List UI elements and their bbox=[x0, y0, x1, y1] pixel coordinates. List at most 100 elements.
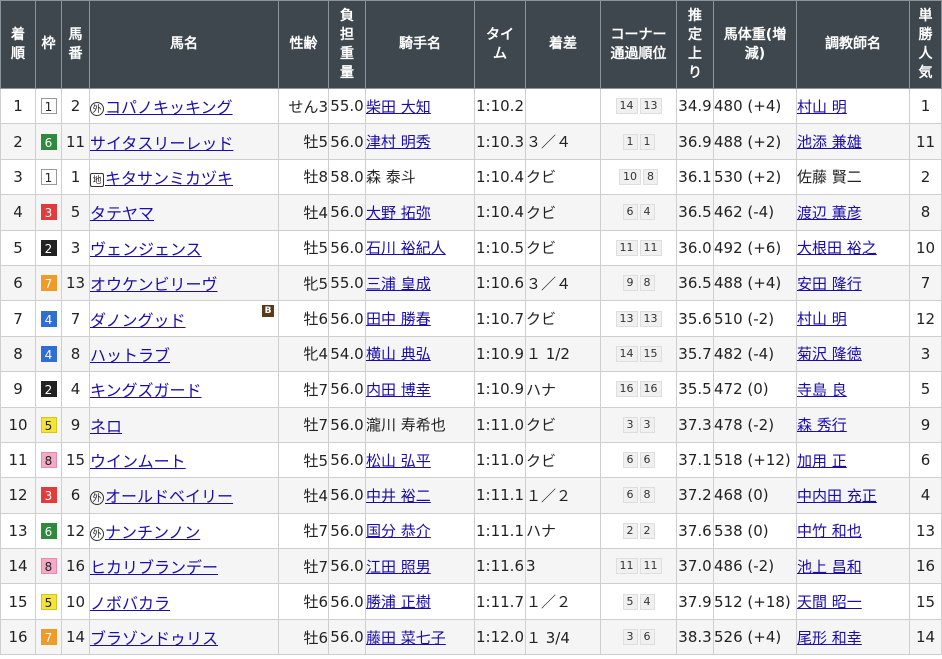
jockey-link[interactable]: 三浦 皇成 bbox=[367, 275, 431, 293]
jockey-link[interactable]: 江田 照男 bbox=[367, 558, 431, 576]
margin-cell: ハナ bbox=[525, 371, 601, 408]
waku-badge: 8 bbox=[40, 452, 57, 469]
popularity-cell: 4 bbox=[909, 477, 942, 514]
jockey-link[interactable]: 石川 裕紀人 bbox=[367, 239, 446, 257]
rank-cell: 11 bbox=[0, 441, 36, 479]
jockey-link[interactable]: 藤田 菜七子 bbox=[367, 629, 446, 647]
jockey-link[interactable]: 国分 恭介 bbox=[367, 522, 431, 540]
umaban-cell: 6 bbox=[61, 477, 90, 514]
trainer-cell: 池添 兼雄 bbox=[796, 123, 910, 160]
waku-cell: 3 bbox=[35, 477, 62, 514]
sex-age-cell: 牡5 bbox=[278, 229, 329, 266]
trainer-link[interactable]: 菊沢 隆徳 bbox=[798, 345, 862, 363]
horse-link[interactable]: タテヤマ bbox=[91, 204, 155, 223]
horse-link[interactable]: ノボバカラ bbox=[91, 594, 171, 613]
waku-cell: 7 bbox=[35, 264, 62, 302]
horse-link[interactable]: ブラゾンドゥリス bbox=[91, 629, 219, 648]
trainer-link[interactable]: 中内田 充正 bbox=[798, 487, 877, 505]
trainer-link[interactable]: 渡辺 薫彦 bbox=[798, 204, 862, 222]
jockey-link[interactable]: 大野 拓弥 bbox=[367, 204, 431, 222]
time-cell: 1:10.9 bbox=[474, 371, 526, 408]
corner-cell: 98 bbox=[600, 264, 677, 302]
header-weight-carried: 負担重量 bbox=[328, 0, 366, 89]
margin-cell bbox=[525, 87, 601, 125]
sex-age-cell: 牡7 bbox=[278, 548, 329, 585]
waku-badge: 4 bbox=[40, 345, 57, 362]
trainer-link[interactable]: 村山 明 bbox=[798, 98, 847, 116]
waku-cell: 2 bbox=[35, 371, 62, 408]
sex-age-cell: せん3 bbox=[278, 87, 329, 125]
jockey-link[interactable]: 津村 明秀 bbox=[367, 133, 431, 151]
popularity-cell: 10 bbox=[909, 229, 942, 266]
rank-cell: 7 bbox=[0, 300, 36, 337]
trainer-link[interactable]: 寺島 良 bbox=[798, 381, 847, 399]
last3f-cell: 37.0 bbox=[676, 548, 714, 585]
trainer-link[interactable]: 森 秀行 bbox=[798, 416, 847, 434]
horse-cell: ブラゾンドゥリス bbox=[89, 618, 279, 656]
horse-link[interactable]: キタサンミカヅキ bbox=[105, 169, 233, 188]
weight-carried-cell: 56.0 bbox=[328, 406, 366, 443]
jockey-cell: 津村 明秀 bbox=[365, 123, 475, 160]
jockey-link[interactable]: 松山 弘平 bbox=[367, 452, 431, 470]
rank-cell: 6 bbox=[0, 264, 36, 302]
jockey-link[interactable]: 勝浦 正樹 bbox=[367, 593, 431, 611]
horse-link[interactable]: ハットラブ bbox=[91, 346, 171, 365]
trainer-link[interactable]: 中竹 和也 bbox=[798, 522, 862, 540]
trainer-link[interactable]: 池添 兼雄 bbox=[798, 133, 862, 151]
horse-link[interactable]: サイタスリーレッド bbox=[91, 134, 234, 153]
trainer-link[interactable]: 尾形 和幸 bbox=[798, 629, 862, 647]
last3f-cell: 37.6 bbox=[676, 512, 714, 550]
horse-cell: ハットラブ bbox=[89, 335, 279, 373]
race-results-table: 着順 枠 馬番 馬名 性齢 負担重量 騎手名 タイム 着差 コーナー通過順位 推… bbox=[0, 0, 942, 656]
corner-position: 1 bbox=[639, 133, 655, 150]
trainer-link[interactable]: 池上 昌和 bbox=[798, 558, 862, 576]
umaban-cell: 9 bbox=[61, 406, 90, 443]
trainer-cell: 中竹 和也 bbox=[796, 512, 910, 550]
jockey-link[interactable]: 柴田 大知 bbox=[367, 98, 431, 116]
jockey-cell: 江田 照男 bbox=[365, 548, 475, 585]
corner-cell: 36 bbox=[600, 618, 677, 656]
horse-link[interactable]: ウインムート bbox=[91, 452, 186, 471]
horse-link[interactable]: ヴェンジェンス bbox=[91, 240, 202, 259]
trainer-link[interactable]: 安田 隆行 bbox=[798, 275, 862, 293]
horse-link[interactable]: キングズガード bbox=[91, 381, 202, 400]
margin-cell: １／２ bbox=[525, 583, 601, 620]
trainer-link[interactable]: 加用 正 bbox=[798, 452, 847, 470]
header-waku: 枠 bbox=[35, 0, 62, 89]
weight-carried-cell: 56.0 bbox=[328, 618, 366, 656]
corner-cell: 14 13 bbox=[600, 87, 677, 125]
time-cell: 1:11.1 bbox=[474, 477, 526, 514]
body-weight-cell: 482 (-4) bbox=[713, 335, 797, 373]
trainer-cell: 池上 昌和 bbox=[796, 548, 910, 585]
last3f-cell: 34.9 bbox=[676, 87, 714, 125]
horse-link[interactable]: ナンチンノン bbox=[105, 523, 200, 542]
last3f-cell: 37.9 bbox=[676, 583, 714, 620]
horse-link[interactable]: コパノキッキング bbox=[105, 98, 233, 117]
results-body: 1 1 2 外コパノキッキング せん3 55.0 柴田 大知 1:10.2 14 13 34.9 48… bbox=[0, 87, 942, 656]
body-weight-cell: 526 (+4) bbox=[713, 618, 797, 656]
jockey-link[interactable]: 横山 典弘 bbox=[367, 345, 431, 363]
horse-link[interactable]: オウケンビリーヴ bbox=[91, 275, 218, 294]
sex-age-cell: 牝5 bbox=[278, 264, 329, 302]
popularity-cell: 7 bbox=[909, 264, 942, 302]
corner-position: 13 bbox=[615, 310, 638, 327]
sex-age-cell: 牝4 bbox=[278, 335, 329, 373]
horse-link[interactable]: オールドベイリー bbox=[105, 487, 233, 506]
rank-cell: 8 bbox=[0, 335, 36, 373]
origin-mark-icon: 外 bbox=[90, 526, 104, 541]
last3f-cell: 35.6 bbox=[676, 300, 714, 337]
jockey-link[interactable]: 内田 博幸 bbox=[367, 381, 431, 399]
header-sex-age: 性齢 bbox=[278, 0, 329, 89]
horse-link[interactable]: ネロ bbox=[91, 417, 123, 436]
horse-link[interactable]: ヒカリブランデー bbox=[91, 558, 219, 577]
jockey-link[interactable]: 田中 勝春 bbox=[367, 310, 431, 328]
horse-link[interactable]: ダノングッド bbox=[91, 311, 186, 330]
trainer-link[interactable]: 村山 明 bbox=[798, 310, 847, 328]
horse-cell: ダノングッド B bbox=[89, 300, 279, 337]
trainer-link[interactable]: 大根田 裕之 bbox=[798, 239, 877, 257]
corner-position: 6 bbox=[639, 629, 655, 646]
time-cell: 1:11.0 bbox=[474, 406, 526, 443]
trainer-link[interactable]: 天間 昭一 bbox=[798, 593, 862, 611]
jockey-link[interactable]: 中井 裕二 bbox=[367, 487, 431, 505]
trainer-cell: 森 秀行 bbox=[796, 406, 910, 443]
